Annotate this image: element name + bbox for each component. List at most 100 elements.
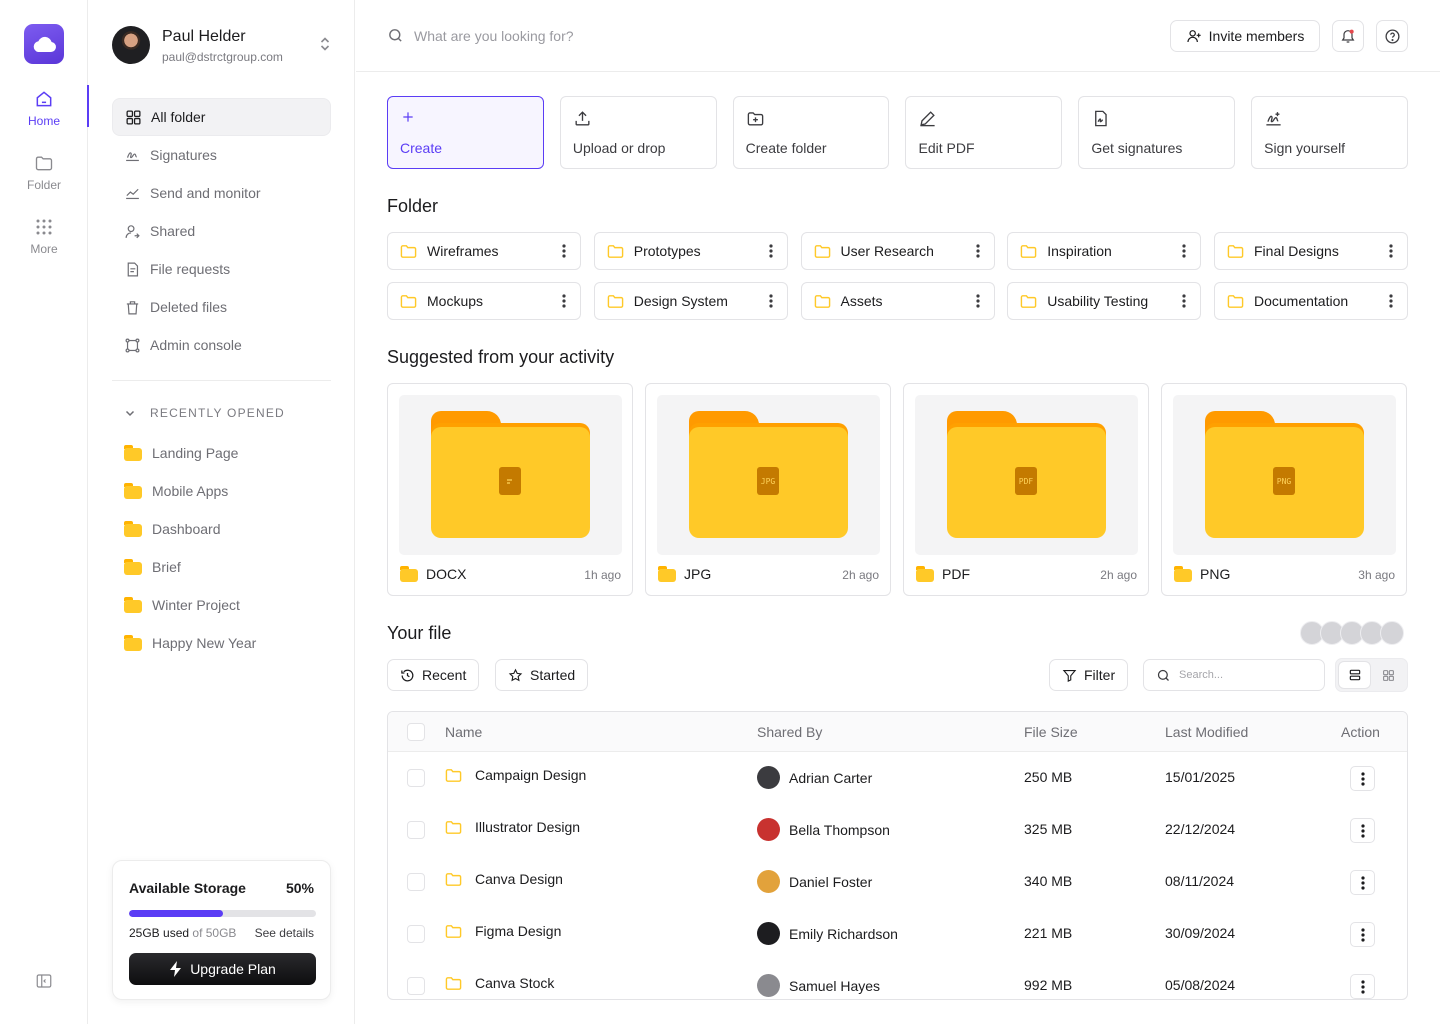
- sidebar-item-deleted-files[interactable]: Deleted files: [112, 288, 331, 326]
- invite-members-label: Invite members: [1208, 28, 1305, 44]
- create-folder-button[interactable]: Create folder: [732, 96, 890, 169]
- folder-item[interactable]: User Research: [800, 232, 995, 270]
- more-vertical-icon[interactable]: [1389, 244, 1393, 258]
- row-action-button[interactable]: [1350, 974, 1375, 999]
- recent-item[interactable]: Mobile Apps: [124, 472, 324, 510]
- suggested-file-card[interactable]: JPG JPG 2h ago: [645, 383, 891, 596]
- folder-item[interactable]: Prototypes: [593, 232, 788, 270]
- more-vertical-icon[interactable]: [769, 244, 773, 258]
- column-header-name[interactable]: Name: [445, 724, 482, 740]
- sidebar-item-shared[interactable]: Shared: [112, 212, 331, 250]
- last-modified: 08/11/2024: [1165, 873, 1235, 889]
- sidebar-item-all-folder[interactable]: All folder: [112, 98, 331, 136]
- folder-name: Design System: [633, 293, 728, 309]
- row-action-button[interactable]: [1350, 766, 1375, 791]
- action-label: Sign yourself: [1264, 140, 1346, 156]
- row-action-button[interactable]: [1350, 922, 1375, 947]
- sidebar-item-label: Deleted files: [150, 299, 228, 315]
- row-checkbox[interactable]: [407, 925, 425, 943]
- folder-icon: [124, 597, 142, 613]
- collaborator-avatars[interactable]: [1300, 621, 1404, 645]
- filter-button[interactable]: Filter: [1049, 659, 1129, 691]
- sidebar-item-label: Send and monitor: [150, 185, 261, 201]
- card-time: 1h ago: [584, 568, 621, 582]
- more-vertical-icon[interactable]: [1389, 294, 1393, 308]
- rail-folder[interactable]: Folder: [0, 153, 88, 201]
- folder-item[interactable]: Assets: [800, 282, 995, 320]
- app-logo[interactable]: [24, 24, 64, 64]
- folder-icon: [1174, 566, 1192, 582]
- folder-item[interactable]: Usability Testing: [1007, 282, 1202, 320]
- row-checkbox[interactable]: [407, 821, 425, 839]
- recent-item[interactable]: Happy New Year: [124, 624, 324, 662]
- profile-switcher[interactable]: Paul Helder paul@dstrctgroup.com: [112, 25, 332, 67]
- table-row[interactable]: Figma Design Emily Richardson 221 MB 30/09/…: [388, 908, 1407, 960]
- folder-item[interactable]: Documentation: [1214, 282, 1408, 320]
- suggested-cards: DOCX 1h ago JPG JPG 2h ago PDF PDF 2h ago PNG PNG…: [387, 383, 1408, 596]
- table-row[interactable]: Canva Design Daniel Foster 340 MB 08/11/202…: [388, 856, 1407, 908]
- notifications-button[interactable]: [1332, 20, 1364, 52]
- sidebar-item-admin-console[interactable]: Admin console: [112, 326, 331, 364]
- see-details-link[interactable]: See details: [255, 926, 314, 940]
- rail-home[interactable]: Home: [0, 85, 89, 137]
- folder-item[interactable]: Inspiration: [1007, 232, 1202, 270]
- global-search-input[interactable]: What are you looking for?: [387, 27, 574, 44]
- sidebar-item-file-requests[interactable]: File requests: [112, 250, 331, 288]
- help-button[interactable]: [1376, 20, 1408, 52]
- more-vertical-icon[interactable]: [769, 294, 773, 308]
- recently-opened-toggle[interactable]: RECENTLY OPENED: [124, 406, 285, 420]
- row-checkbox[interactable]: [407, 769, 425, 787]
- grid-view-button[interactable]: [1372, 661, 1405, 689]
- more-vertical-icon[interactable]: [562, 294, 566, 308]
- rail-more[interactable]: More: [0, 217, 88, 265]
- column-header-action: Action: [1341, 724, 1380, 740]
- more-vertical-icon[interactable]: [975, 294, 980, 308]
- select-all-checkbox[interactable]: [407, 723, 425, 741]
- sidebar-collapse-button[interactable]: [35, 972, 53, 990]
- row-action-button[interactable]: [1350, 818, 1375, 843]
- recent-item[interactable]: Landing Page: [124, 434, 324, 472]
- column-header-shared-by[interactable]: Shared By: [757, 724, 822, 740]
- recent-item[interactable]: Winter Project: [124, 586, 324, 624]
- invite-members-button[interactable]: Invite members: [1170, 20, 1320, 52]
- upgrade-plan-button[interactable]: Upgrade Plan: [129, 953, 316, 985]
- upload-button[interactable]: Upload or drop: [559, 96, 717, 169]
- shared-by-name: Samuel Hayes: [789, 977, 881, 994]
- more-vertical-icon[interactable]: [1182, 294, 1186, 308]
- edit-pdf-button[interactable]: Edit PDF: [905, 96, 1063, 169]
- file-search-input[interactable]: Search...: [1143, 659, 1325, 691]
- folder-item[interactable]: Mockups: [387, 282, 581, 320]
- sidebar-item-send-monitor[interactable]: Send and monitor: [112, 174, 331, 212]
- column-header-file-size[interactable]: File Size: [1024, 724, 1078, 740]
- row-action-button[interactable]: [1350, 870, 1375, 895]
- avatar: [757, 922, 780, 945]
- table-row[interactable]: Campaign Design Adrian Carter 250 MB 15/01/…: [388, 752, 1407, 804]
- recent-filter-button[interactable]: Recent: [387, 659, 480, 691]
- table-row[interactable]: Illustrator Design Bella Thompson 325 MB 22…: [388, 804, 1407, 856]
- suggested-file-card[interactable]: DOCX 1h ago: [387, 383, 633, 596]
- folder-name: User Research: [840, 243, 934, 259]
- dots-grid-icon: [36, 219, 52, 235]
- started-filter-button[interactable]: Started: [495, 659, 589, 691]
- folder-name: Mockups: [427, 293, 484, 309]
- sidebar-item-signatures[interactable]: Signatures: [112, 136, 331, 174]
- folder-item[interactable]: Design System: [593, 282, 788, 320]
- sign-yourself-button[interactable]: Sign yourself: [1251, 96, 1408, 169]
- get-signatures-button[interactable]: Get signatures: [1078, 96, 1236, 169]
- row-checkbox[interactable]: [407, 873, 425, 891]
- list-view-button[interactable]: [1338, 661, 1371, 689]
- create-button[interactable]: Create: [387, 96, 544, 169]
- folder-item[interactable]: Final Designs: [1214, 232, 1408, 270]
- row-checkbox[interactable]: [407, 977, 425, 995]
- search-icon: [389, 29, 402, 42]
- more-vertical-icon[interactable]: [975, 244, 980, 258]
- column-header-last-modified[interactable]: Last Modified: [1165, 724, 1248, 740]
- folder-item[interactable]: Wireframes: [387, 232, 581, 270]
- more-vertical-icon[interactable]: [1182, 244, 1186, 258]
- suggested-file-card[interactable]: PNG PNG 3h ago: [1161, 383, 1407, 596]
- recent-item[interactable]: Dashboard: [124, 510, 324, 548]
- recent-item[interactable]: Brief: [124, 548, 324, 586]
- table-row[interactable]: Canva Stock Samuel Hayes 992 MB 05/08/2024: [388, 960, 1407, 999]
- more-vertical-icon[interactable]: [562, 244, 566, 258]
- suggested-file-card[interactable]: PDF PDF 2h ago: [903, 383, 1149, 596]
